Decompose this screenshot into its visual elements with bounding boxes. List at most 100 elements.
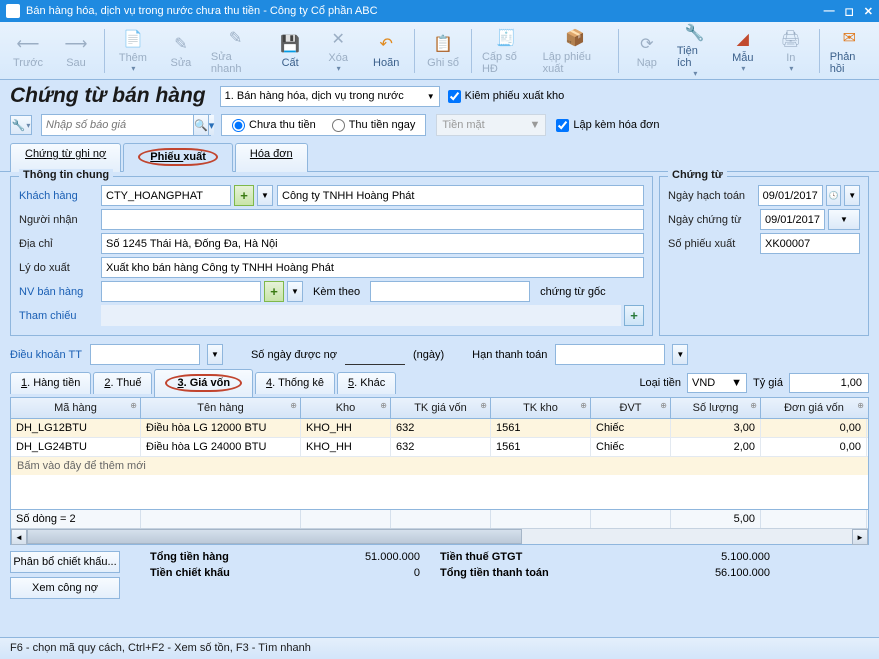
quote-search-input[interactable] [42, 119, 193, 131]
scroll-left[interactable]: ◄ [11, 529, 27, 545]
col-code[interactable]: Mã hàng⊕ [11, 398, 141, 418]
address-input[interactable]: Số 1245 Thái Hà, Đống Đa, Hà Nội [101, 233, 644, 254]
tab-issue[interactable]: Phiếu xuất [123, 143, 233, 172]
customer-label[interactable]: Khách hàng [19, 190, 97, 202]
grid-footer: Số dòng = 2 5,00 [11, 509, 868, 528]
post-button[interactable]: 📋Ghi sổ [421, 25, 465, 77]
wrench-icon: 🔧 [684, 23, 706, 43]
add-customer-button[interactable]: + [234, 185, 254, 206]
rate-input[interactable] [789, 373, 869, 393]
template-button[interactable]: ◢Mẫu▾ [721, 25, 765, 77]
grid-body: DH_LG12BTU Điều hòa LG 12000 BTU KHO_HH … [11, 419, 868, 509]
tab-items[interactable]: 1. Hàng tiền [10, 372, 91, 394]
voucher-panel: Chứng từ Ngày hạch toán 09/01/2017 🕓 ▼ N… [659, 176, 869, 336]
due-input[interactable] [555, 344, 665, 365]
add-ref-button[interactable]: + [624, 305, 644, 326]
tab-tax[interactable]: 2. Thuế [93, 372, 152, 394]
close-button[interactable]: ✕ [864, 5, 873, 18]
days-input[interactable] [345, 344, 405, 365]
window-title: Bán hàng hóa, dịch vụ trong nước chưa th… [26, 5, 378, 17]
term-dropdown[interactable]: ▼ [207, 344, 223, 365]
acdate-dropdown[interactable]: ▼ [844, 185, 860, 206]
tab-other[interactable]: 5. Khác [337, 372, 396, 394]
tab-cost[interactable]: 3. Giá vốn [154, 369, 253, 397]
sales-dropdown[interactable]: ▼ [287, 281, 303, 302]
prev-button[interactable]: ⟵Trước [6, 25, 50, 77]
vdate-dropdown[interactable]: ▼ [828, 209, 860, 230]
col-unit[interactable]: ĐVT⊕ [591, 398, 671, 418]
voucher-date-input[interactable]: 09/01/2017 [760, 209, 825, 230]
invoice-checkbox[interactable]: Lập kèm hóa đơn [556, 119, 659, 132]
voucher-no-input[interactable]: XK00007 [760, 233, 860, 254]
undo-icon: ↶ [375, 33, 397, 55]
subtotal-label: Tổng tiền hàng [150, 551, 270, 563]
radio-unpaid[interactable]: Chưa thu tiền [232, 119, 316, 132]
payment-radio-group: Chưa thu tiền Thu tiền ngay [221, 114, 426, 136]
add-button[interactable]: 📄Thêm▾ [111, 25, 155, 77]
receiver-input[interactable] [101, 209, 644, 230]
col-name[interactable]: Tên hàng⊕ [141, 398, 301, 418]
grid-header: Mã hàng⊕ Tên hàng⊕ Kho⊕ TK giá vốn⊕ TK k… [11, 398, 868, 419]
quickedit-button[interactable]: ✎Sửa nhanh [207, 25, 264, 77]
issue-button[interactable]: 📦Lập phiếu xuất [539, 25, 612, 77]
sale-type-combo[interactable]: 1. Bán hàng hóa, dịch vụ trong nước▼ [220, 86, 440, 107]
save-icon: 💾 [279, 33, 301, 55]
col-stock-account[interactable]: TK kho⊕ [491, 398, 591, 418]
h-scrollbar[interactable]: ◄ ► [11, 528, 868, 544]
issue-checkbox[interactable]: Kiêm phiếu xuất kho [448, 90, 565, 103]
search-button[interactable]: 🔍 [193, 115, 208, 135]
scroll-thumb[interactable] [27, 529, 522, 544]
search-dropdown[interactable]: ▾ [208, 115, 215, 135]
document-tabs: Chứng từ ghi nợ Phiếu xuất Hóa đơn [0, 142, 879, 172]
customer-dropdown[interactable]: ▼ [257, 185, 273, 206]
due-dropdown[interactable]: ▼ [672, 344, 688, 365]
receiver-label: Người nhận [19, 214, 97, 226]
attach-input[interactable] [370, 281, 530, 302]
col-store[interactable]: Kho⊕ [301, 398, 391, 418]
add-sales-button[interactable]: + [264, 281, 284, 302]
view-debt-button[interactable]: Xem công nợ [10, 577, 120, 599]
totals-area: Phân bổ chiết khấu... Xem công nợ Tổng t… [0, 545, 879, 603]
col-qty[interactable]: Số lượng⊕ [671, 398, 761, 418]
print-button[interactable]: 🖨In▾ [769, 25, 813, 77]
customer-code-input[interactable]: CTY_HOANGPHAT [101, 185, 231, 206]
ref-label[interactable]: Tham chiếu [19, 310, 97, 322]
acdate-picker[interactable]: 🕓 [826, 185, 842, 206]
header-row: Chứng từ bán hàng 1. Bán hàng hóa, dịch … [0, 80, 879, 112]
discount-allocate-button[interactable]: Phân bổ chiết khấu... [10, 551, 120, 573]
customer-name-input[interactable]: Công ty TNHH Hoàng Phát [277, 185, 644, 206]
utilities-button[interactable]: 🔧Tiện ích▾ [673, 25, 717, 77]
invoice-number-button[interactable]: 🧾Cấp số HĐ [478, 25, 535, 77]
accounting-date-input[interactable]: 09/01/2017 [758, 185, 823, 206]
maximize-button[interactable]: ◻ [845, 5, 854, 18]
load-button[interactable]: ⟳Nạp [625, 25, 669, 77]
delete-button[interactable]: ✕Xóa▾ [316, 25, 360, 77]
tab-debit[interactable]: Chứng từ ghi nợ [10, 143, 121, 172]
voucher-legend: Chứng từ [668, 169, 727, 181]
feedback-button[interactable]: ✉Phản hồi [826, 25, 873, 77]
add-row-hint[interactable]: Bấm vào đây để thêm mới [11, 457, 868, 475]
edit-button[interactable]: ✎Sửa [159, 25, 203, 77]
reason-input[interactable]: Xuất kho bán hàng Công ty TNHH Hoàng Phá… [101, 257, 644, 278]
search-tool-button[interactable]: 🔧▾ [10, 115, 32, 135]
days-suffix: (ngày) [413, 349, 444, 361]
table-row[interactable]: DH_LG24BTU Điều hòa LG 24000 BTU KHO_HH … [11, 438, 868, 457]
term-input[interactable] [90, 344, 200, 365]
next-button[interactable]: ⟶Sau [54, 25, 98, 77]
scroll-right[interactable]: ► [852, 529, 868, 545]
tab-stats[interactable]: 4. Thống kê [255, 372, 335, 394]
attach-suffix: chứng từ gốc [540, 286, 605, 298]
undo-button[interactable]: ↶Hoãn [364, 25, 408, 77]
radio-paidnow[interactable]: Thu tiền ngay [332, 119, 416, 132]
sales-label[interactable]: NV bán hàng [19, 286, 97, 298]
sales-input[interactable] [101, 281, 261, 302]
save-button[interactable]: 💾Cất [268, 25, 312, 77]
table-row[interactable]: DH_LG12BTU Điều hòa LG 12000 BTU KHO_HH … [11, 419, 868, 438]
sum-qty: 5,00 [671, 510, 761, 528]
tab-invoice[interactable]: Hóa đơn [235, 143, 308, 172]
term-label[interactable]: Điều khoản TT [10, 349, 82, 361]
col-unit-cost[interactable]: Đơn giá vốn⊕ [761, 398, 867, 418]
currency-combo[interactable]: VND▼ [687, 373, 747, 393]
minimize-button[interactable]: — [824, 5, 835, 18]
col-cost-account[interactable]: TK giá vốn⊕ [391, 398, 491, 418]
